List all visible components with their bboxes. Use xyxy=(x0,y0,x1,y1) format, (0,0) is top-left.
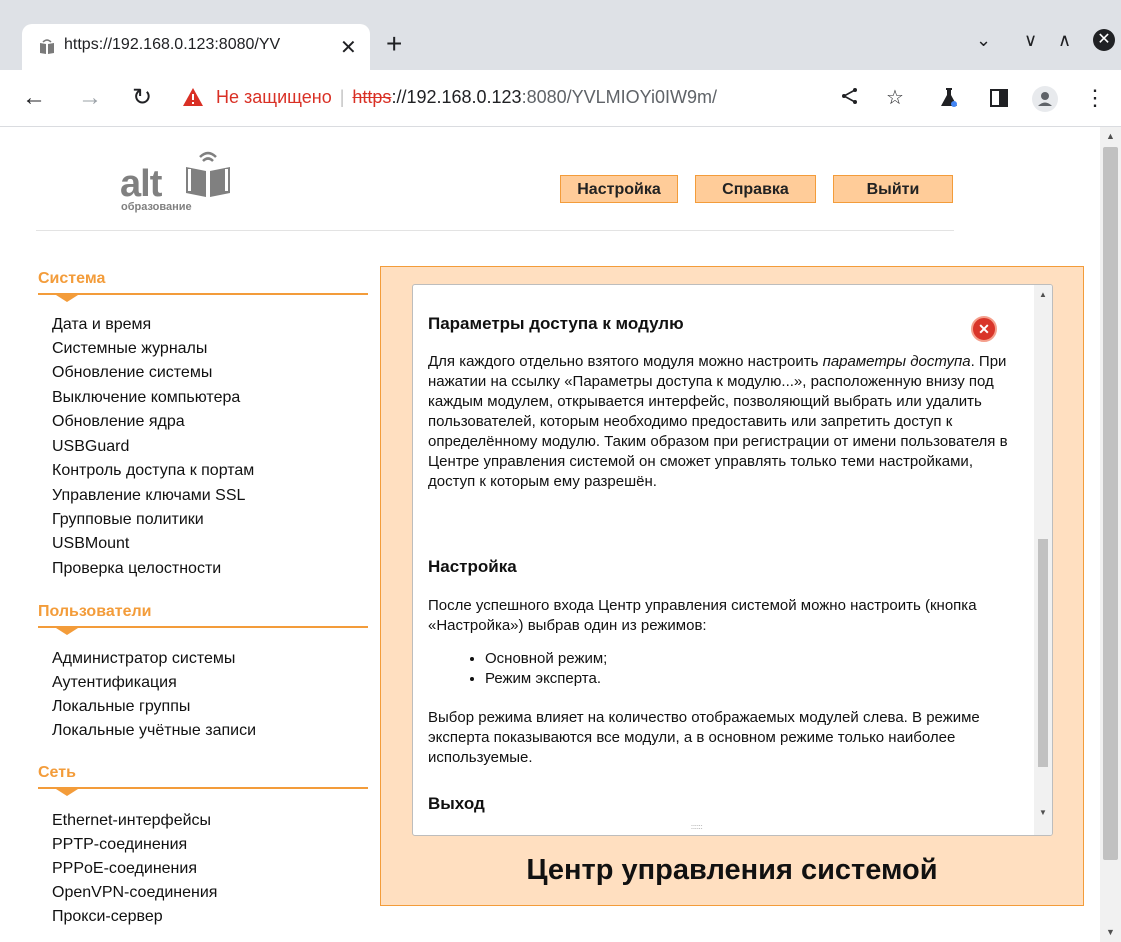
section-divider xyxy=(38,626,368,628)
logout-button[interactable]: Выйти xyxy=(833,175,953,203)
scroll-up-icon[interactable]: ▲ xyxy=(1039,290,1047,299)
sidebar-item-date-time[interactable]: Дата и время xyxy=(52,316,151,334)
help-close-icon[interactable]: ✕ xyxy=(971,316,997,342)
section-marker xyxy=(56,789,78,796)
page-title: Центр управления системой xyxy=(526,854,938,886)
sidebar-item-proxy[interactable]: Прокси-сервер xyxy=(52,908,163,926)
sidebar-item-system-update[interactable]: Обновление системы xyxy=(52,364,212,382)
help-heading-access: Параметры доступа к модулю xyxy=(428,314,684,333)
forward-icon[interactable]: → xyxy=(78,84,102,112)
sidebar-item-ssl-keys[interactable]: Управление ключами SSL xyxy=(52,487,245,505)
sidebar-item-integrity-check[interactable]: Проверка целостности xyxy=(52,560,221,578)
tab-strip: https://192.168.0.123:8080/YV ✕ + ⌄ ∨ ∧ … xyxy=(0,0,1121,70)
warning-icon xyxy=(183,88,203,106)
sidebar-item-local-groups[interactable]: Локальные группы xyxy=(52,698,190,716)
page-scrollbar[interactable]: ▲ ▼ xyxy=(1100,127,1121,942)
browser-toolbar: ← → ↻ Не защищено | https://192.168.0.123:… xyxy=(0,70,1121,127)
settings-button[interactable]: Настройка xyxy=(560,175,678,203)
help-mode-list: Основной режим; Режим эксперта. xyxy=(428,649,607,689)
profile-avatar-icon[interactable] xyxy=(1032,86,1058,112)
help-popup: Параметры доступа к модулю Для каждого о… xyxy=(412,284,1053,836)
list-item: Режим эксперта. xyxy=(485,669,607,689)
sidebar-item-pppoe[interactable]: PPPoE-соединения xyxy=(52,860,197,878)
page-viewport: alt образование Настройка Справка Выйти … xyxy=(0,127,1100,942)
sidebar-item-openvpn[interactable]: OpenVPN-соединения xyxy=(52,884,217,902)
sidebar-item-ethernet[interactable]: Ethernet-интерфейсы xyxy=(52,812,211,830)
sidebar-section-system: Система xyxy=(38,270,106,287)
kebab-menu-icon[interactable]: ⋮ xyxy=(1084,86,1106,110)
list-item: Основной режим; xyxy=(485,649,607,669)
sidebar-item-system-logs[interactable]: Системные журналы xyxy=(52,340,207,358)
help-paragraph-modes: Выбор режима влияет на количество отобра… xyxy=(428,709,980,766)
logo-subtitle: образование xyxy=(121,201,192,213)
header-divider xyxy=(36,230,954,231)
help-heading-settings: Настройка xyxy=(428,557,517,576)
page-scroll-thumb[interactable] xyxy=(1103,147,1118,860)
sidebar-section-network: Сеть xyxy=(38,764,76,781)
side-panel-icon[interactable] xyxy=(990,89,1008,107)
tab-close-icon[interactable]: ✕ xyxy=(340,35,357,60)
window-close-icon[interactable]: ✕ xyxy=(1093,29,1115,51)
section-marker xyxy=(56,295,78,302)
logo-text: alt xyxy=(120,163,162,205)
sidebar-item-shutdown[interactable]: Выключение компьютера xyxy=(52,389,240,407)
scroll-down-icon[interactable]: ▼ xyxy=(1039,808,1047,817)
help-paragraph-settings: После успешного входа Центр управления с… xyxy=(428,597,977,634)
help-scrollbar[interactable]: ▲ ▼ xyxy=(1034,285,1052,835)
sidebar-item-usbmount[interactable]: USBMount xyxy=(52,535,129,553)
address-bar[interactable]: Не защищено | https://192.168.0.123:8080/Y… xyxy=(216,87,717,108)
sidebar-item-local-accounts[interactable]: Локальные учётные записи xyxy=(52,722,256,740)
sidebar-item-port-access[interactable]: Контроль доступа к портам xyxy=(52,462,254,480)
maximize-icon[interactable]: ∧ xyxy=(1058,30,1071,51)
minimize-icon[interactable]: ∨ xyxy=(1024,30,1037,51)
back-icon[interactable]: ← xyxy=(22,84,46,112)
sidebar-item-usbguard[interactable]: USBGuard xyxy=(52,438,129,456)
logo-book-icon xyxy=(186,151,230,197)
url-scheme: https xyxy=(352,87,392,107)
page-scroll-up-icon[interactable]: ▲ xyxy=(1106,131,1115,141)
url-path: :8080/YVLMIOYi0IW9m/ xyxy=(521,87,717,107)
reload-icon[interactable]: ↻ xyxy=(132,84,152,112)
bookmark-star-icon[interactable]: ☆ xyxy=(886,86,904,110)
resize-grip-icon[interactable]: :::::: xyxy=(691,824,703,831)
alt-logo: alt образование xyxy=(120,149,240,213)
site-favicon-icon xyxy=(40,39,54,54)
help-heading-exit: Выход xyxy=(428,794,485,813)
help-paragraph-access: Для каждого отдельно взятого модуля можн… xyxy=(428,353,1008,490)
sidebar-item-pptp[interactable]: PPTP-соединения xyxy=(52,836,187,854)
sidebar-item-group-policies[interactable]: Групповые политики xyxy=(52,511,204,529)
sidebar-item-auth[interactable]: Аутентификация xyxy=(52,674,177,692)
help-button[interactable]: Справка xyxy=(695,175,816,203)
sidebar-section-users: Пользователи xyxy=(38,603,152,620)
section-divider xyxy=(38,787,368,789)
tab-title: https://192.168.0.123:8080/YV xyxy=(64,36,281,53)
tab-search-icon[interactable]: ⌄ xyxy=(976,30,991,51)
labs-flask-icon[interactable] xyxy=(940,86,958,108)
sidebar-item-admin[interactable]: Администратор системы xyxy=(52,650,235,668)
page-scroll-down-icon[interactable]: ▼ xyxy=(1106,927,1115,937)
url-host: ://192.168.0.123 xyxy=(391,87,522,107)
not-secure-label: Не защищено xyxy=(216,87,332,107)
sidebar-item-kernel-update[interactable]: Обновление ядра xyxy=(52,413,185,431)
section-divider xyxy=(38,293,368,295)
share-icon[interactable] xyxy=(840,86,860,106)
help-scroll-thumb[interactable] xyxy=(1038,539,1048,767)
new-tab-button[interactable]: + xyxy=(386,30,402,58)
browser-tab[interactable]: https://192.168.0.123:8080/YV ✕ xyxy=(22,24,370,70)
section-marker xyxy=(56,628,78,635)
